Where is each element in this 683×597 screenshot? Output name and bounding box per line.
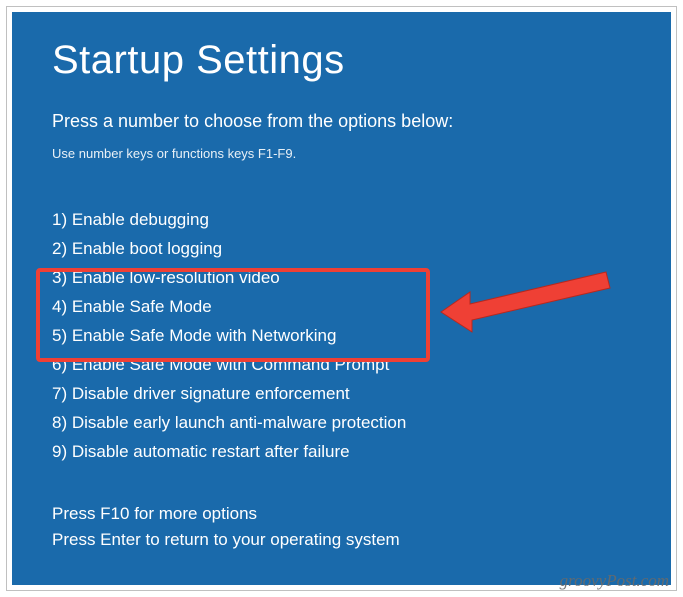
footer: Press F10 for more options Press Enter t… <box>52 501 400 553</box>
page-title: Startup Settings <box>52 38 631 83</box>
hint-text: Use number keys or functions keys F1-F9. <box>52 146 631 161</box>
option-9[interactable]: 9) Disable automatic restart after failu… <box>52 437 631 466</box>
watermark: groovyPost.com <box>560 571 669 591</box>
footer-more-options: Press F10 for more options <box>52 501 400 527</box>
option-2[interactable]: 2) Enable boot logging <box>52 234 631 263</box>
option-5[interactable]: 5) Enable Safe Mode with Networking <box>52 321 631 350</box>
option-6[interactable]: 6) Enable Safe Mode with Command Prompt <box>52 350 631 379</box>
instruction-text: Press a number to choose from the option… <box>52 111 631 132</box>
startup-settings-screen: Startup Settings Press a number to choos… <box>12 12 671 585</box>
option-1[interactable]: 1) Enable debugging <box>52 205 631 234</box>
option-4[interactable]: 4) Enable Safe Mode <box>52 292 631 321</box>
options-list: 1) Enable debugging 2) Enable boot loggi… <box>52 205 631 466</box>
footer-return: Press Enter to return to your operating … <box>52 527 400 553</box>
option-7[interactable]: 7) Disable driver signature enforcement <box>52 379 631 408</box>
option-8[interactable]: 8) Disable early launch anti-malware pro… <box>52 408 631 437</box>
option-3[interactable]: 3) Enable low-resolution video <box>52 263 631 292</box>
